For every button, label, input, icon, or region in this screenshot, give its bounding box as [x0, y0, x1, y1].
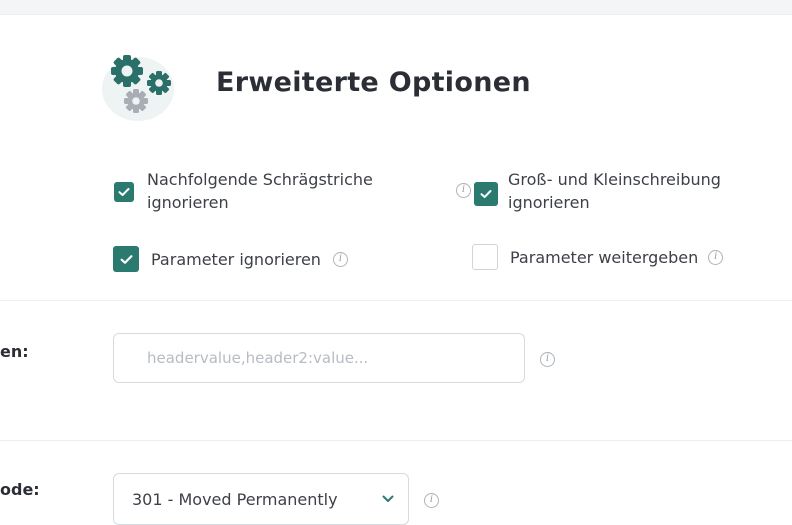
check-icon [480, 190, 492, 198]
section-header: Erweiterte Optionen [100, 44, 531, 124]
checkbox-pass-params[interactable] [472, 244, 498, 270]
option-label: Parameter weitergeben [510, 247, 699, 267]
status-code-label: ode: [0, 480, 40, 499]
checkbox-trailing-slashes[interactable] [114, 182, 134, 202]
info-icon[interactable]: i [708, 249, 724, 265]
status-code-value: 301 - Moved Permanently [132, 489, 338, 509]
check-icon [120, 254, 132, 264]
option-pass-params[interactable]: Parameter weitergeben i [472, 244, 724, 270]
page-title: Erweiterte Optionen [216, 66, 531, 98]
info-icon[interactable]: i [540, 352, 555, 367]
option-ignore-params[interactable]: Parameter ignorieren i [113, 246, 348, 272]
divider [0, 440, 792, 441]
headers-input[interactable] [113, 333, 525, 383]
check-icon [118, 188, 130, 196]
headers-label: en: [0, 342, 29, 361]
option-trailing-slashes[interactable]: Nachfolgende Schrägstriche ignorieren [114, 168, 427, 214]
info-icon[interactable]: i [424, 493, 439, 508]
chevron-down-icon [382, 495, 394, 502]
option-label: Parameter ignorieren [151, 249, 321, 269]
divider [0, 300, 792, 301]
status-code-select[interactable]: 301 - Moved Permanently [113, 473, 409, 525]
option-label: Groß- und Kleinschreibung ignorieren [508, 170, 721, 212]
top-bar [0, 0, 792, 15]
option-label: Nachfolgende Schrägstriche ignorieren [147, 170, 373, 212]
info-icon[interactable]: i [332, 251, 348, 267]
gears-icon [100, 45, 182, 123]
info-icon[interactable]: i [456, 183, 471, 198]
checkbox-case-insensitive[interactable] [474, 182, 498, 206]
option-case-insensitive[interactable]: Groß- und Kleinschreibung ignorieren [474, 168, 792, 214]
checkbox-ignore-params[interactable] [113, 246, 139, 272]
